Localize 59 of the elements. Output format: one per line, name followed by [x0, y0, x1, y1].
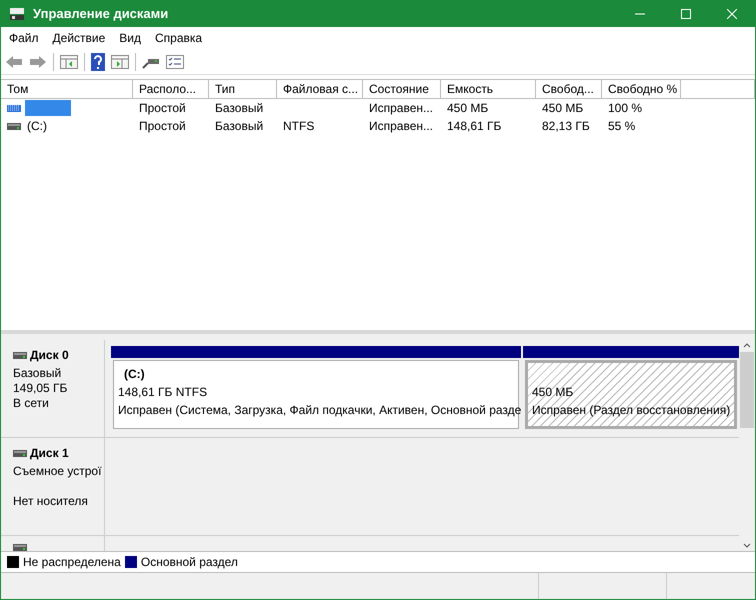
table-cell: Исправен...: [369, 119, 434, 133]
table-cell: Исправен...: [369, 101, 434, 115]
partition-name: (C:): [124, 366, 145, 383]
disk-name: Диск 0: [30, 347, 69, 364]
striped-drive-icon: [7, 104, 21, 112]
drive-icon: [13, 544, 27, 551]
disk-info: Съемное устрої: [13, 464, 102, 478]
menu-item[interactable]: Справка: [155, 29, 202, 47]
table-cell: 450 МБ: [542, 101, 584, 115]
help-icon[interactable]: [91, 52, 105, 70]
disk-name: Диск 1: [30, 445, 69, 462]
disk-info: Базовый: [13, 366, 62, 380]
menu-item[interactable]: Действие: [52, 29, 106, 47]
partition-size: 148,61 ГБ NTFS: [118, 384, 208, 401]
column-header[interactable]: Свобод...: [536, 80, 602, 98]
disk-info: В сети: [13, 396, 49, 410]
drive-icon: [7, 122, 21, 130]
disk-label-panel[interactable]: Диск 1 Съемное устрої Нет носителя: [7, 438, 105, 535]
drive-icon: [13, 352, 27, 358]
column-header[interactable]: Располо...: [133, 80, 209, 98]
table-cell: Базовый: [215, 101, 264, 115]
forward-arrow-icon[interactable]: [29, 54, 47, 68]
column-header[interactable]: Свободно %: [602, 80, 681, 98]
table-cell: 55 %: [608, 119, 636, 133]
maximize-icon: [681, 9, 691, 19]
drive-icon: [13, 450, 27, 456]
back-arrow-icon[interactable]: [5, 54, 23, 68]
panel-icon[interactable]: [60, 54, 78, 68]
table-cell: Простой: [139, 119, 186, 133]
table-cell: Простой: [139, 101, 186, 115]
table-cell: 100 %: [608, 101, 642, 115]
column-header[interactable]: Том: [1, 80, 133, 98]
partition-size: 450 МБ: [532, 384, 574, 401]
partition-status: Исправен (Система, Загрузка, Файл подкачки, Активен, Основной разде: [118, 402, 522, 419]
legend-label: Не распределена: [23, 554, 121, 571]
disk-info: Нет носителя: [13, 494, 88, 508]
table-cell: 450 МБ: [447, 101, 488, 115]
table-row[interactable]: (C:) Простой Базовый NTFS Исправен... 148,61 ГБ 82,13 ГБ 55 %: [1, 117, 755, 135]
column-header[interactable]: Тип: [209, 80, 277, 98]
disk-management-icon: [9, 7, 25, 21]
close-icon: [727, 9, 737, 19]
disk-info: 149,05 ГБ: [13, 381, 68, 395]
column-header[interactable]: Состояние: [363, 80, 441, 98]
partition-status: Исправен (Раздел восстановления): [532, 402, 730, 419]
table-row[interactable]: Простой Базовый Исправен... 450 МБ 450 МБ 100 %: [1, 99, 755, 117]
menu-item[interactable]: Вид: [119, 29, 141, 47]
panel-icon[interactable]: [111, 54, 129, 68]
table-cell: 148,61 ГБ: [447, 119, 502, 133]
legend-label: Основной раздел: [140, 554, 238, 571]
menu-item[interactable]: Файл: [9, 29, 39, 47]
disk-label-panel[interactable]: Диск 0 Базовый 149,05 ГБ В сети: [7, 340, 105, 437]
table-cell: Базовый: [215, 119, 264, 133]
table-cell: 82,13 ГБ: [542, 119, 590, 133]
checklist-icon[interactable]: [166, 54, 184, 68]
column-header[interactable]: Емкость: [441, 80, 536, 98]
window-title: Управление дисками: [33, 5, 168, 24]
column-header[interactable]: Файловая с...: [277, 80, 363, 98]
volume-name: (C:): [26, 118, 48, 135]
table-cell: NTFS: [283, 119, 314, 133]
